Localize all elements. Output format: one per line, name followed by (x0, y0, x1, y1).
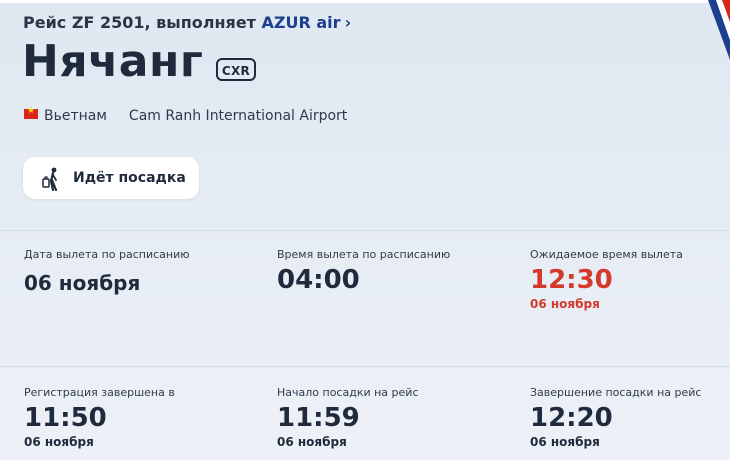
expected-time-value: 12:30 (530, 265, 613, 295)
destination-location-row: Вьетнам Cam Ranh International Airport (24, 106, 348, 124)
boarding-start-cell: Начало посадки на рейс 11:59 06 ноября (277, 386, 517, 449)
scheduled-time-value: 04:00 (277, 265, 360, 295)
expected-time-cell: Ожидаемое время вылета 12:30 06 ноября (530, 248, 730, 311)
boarding-end-label: Завершение посадки на рейс (530, 386, 702, 399)
section-divider-2 (0, 366, 730, 367)
boarding-end-date: 06 ноября (530, 435, 600, 449)
boarding-end-time: 12:20 (530, 403, 613, 433)
vietnam-flag-icon (24, 106, 38, 119)
country-name: Вьетнам (44, 108, 107, 124)
airport-name: Cam Ranh International Airport (128, 108, 348, 124)
boarding-start-label: Начало посадки на рейс (277, 386, 419, 399)
expected-date-value: 06 ноября (530, 297, 600, 311)
iata-code-badge: CXR (216, 58, 256, 81)
expected-time-label: Ожидаемое время вылета (530, 248, 683, 261)
decorative-flag-stripe (708, 0, 730, 60)
scheduled-time-cell: Время вылета по расписанию 04:00 (277, 248, 517, 295)
checkin-closed-date: 06 ноября (24, 435, 94, 449)
section-divider (0, 230, 730, 231)
status-text: Идёт посадка (73, 170, 186, 186)
scheduled-time-label: Время вылета по расписанию (277, 248, 451, 261)
scheduled-date-label: Дата вылета по расписанию (24, 248, 190, 261)
boarding-start-date: 06 ноября (277, 435, 347, 449)
top-edge-line (0, 0, 730, 3)
scheduled-date-value: 06 ноября (24, 271, 141, 295)
chevron-right-icon: › (344, 13, 352, 32)
boarding-start-time: 11:59 (277, 403, 360, 433)
airline-link[interactable]: AZUR air (262, 13, 341, 32)
flight-status-badge: Идёт посадка (23, 157, 199, 199)
checkin-closed-label: Регистрация завершена в (24, 386, 175, 399)
scheduled-date-cell: Дата вылета по расписанию 06 ноября (24, 248, 264, 295)
boarding-end-cell: Завершение посадки на рейс 12:20 06 нояб… (530, 386, 730, 449)
destination-city: Нячанг (22, 36, 204, 87)
flight-number-text: Рейс ZF 2501, выполняет (23, 13, 256, 32)
flight-operator-link[interactable]: Рейс ZF 2501, выполняет AZUR air › (23, 13, 351, 32)
checkin-closed-cell: Регистрация завершена в 11:50 06 ноября (24, 386, 264, 449)
boarding-person-icon (42, 167, 58, 191)
checkin-closed-time: 11:50 (24, 403, 107, 433)
